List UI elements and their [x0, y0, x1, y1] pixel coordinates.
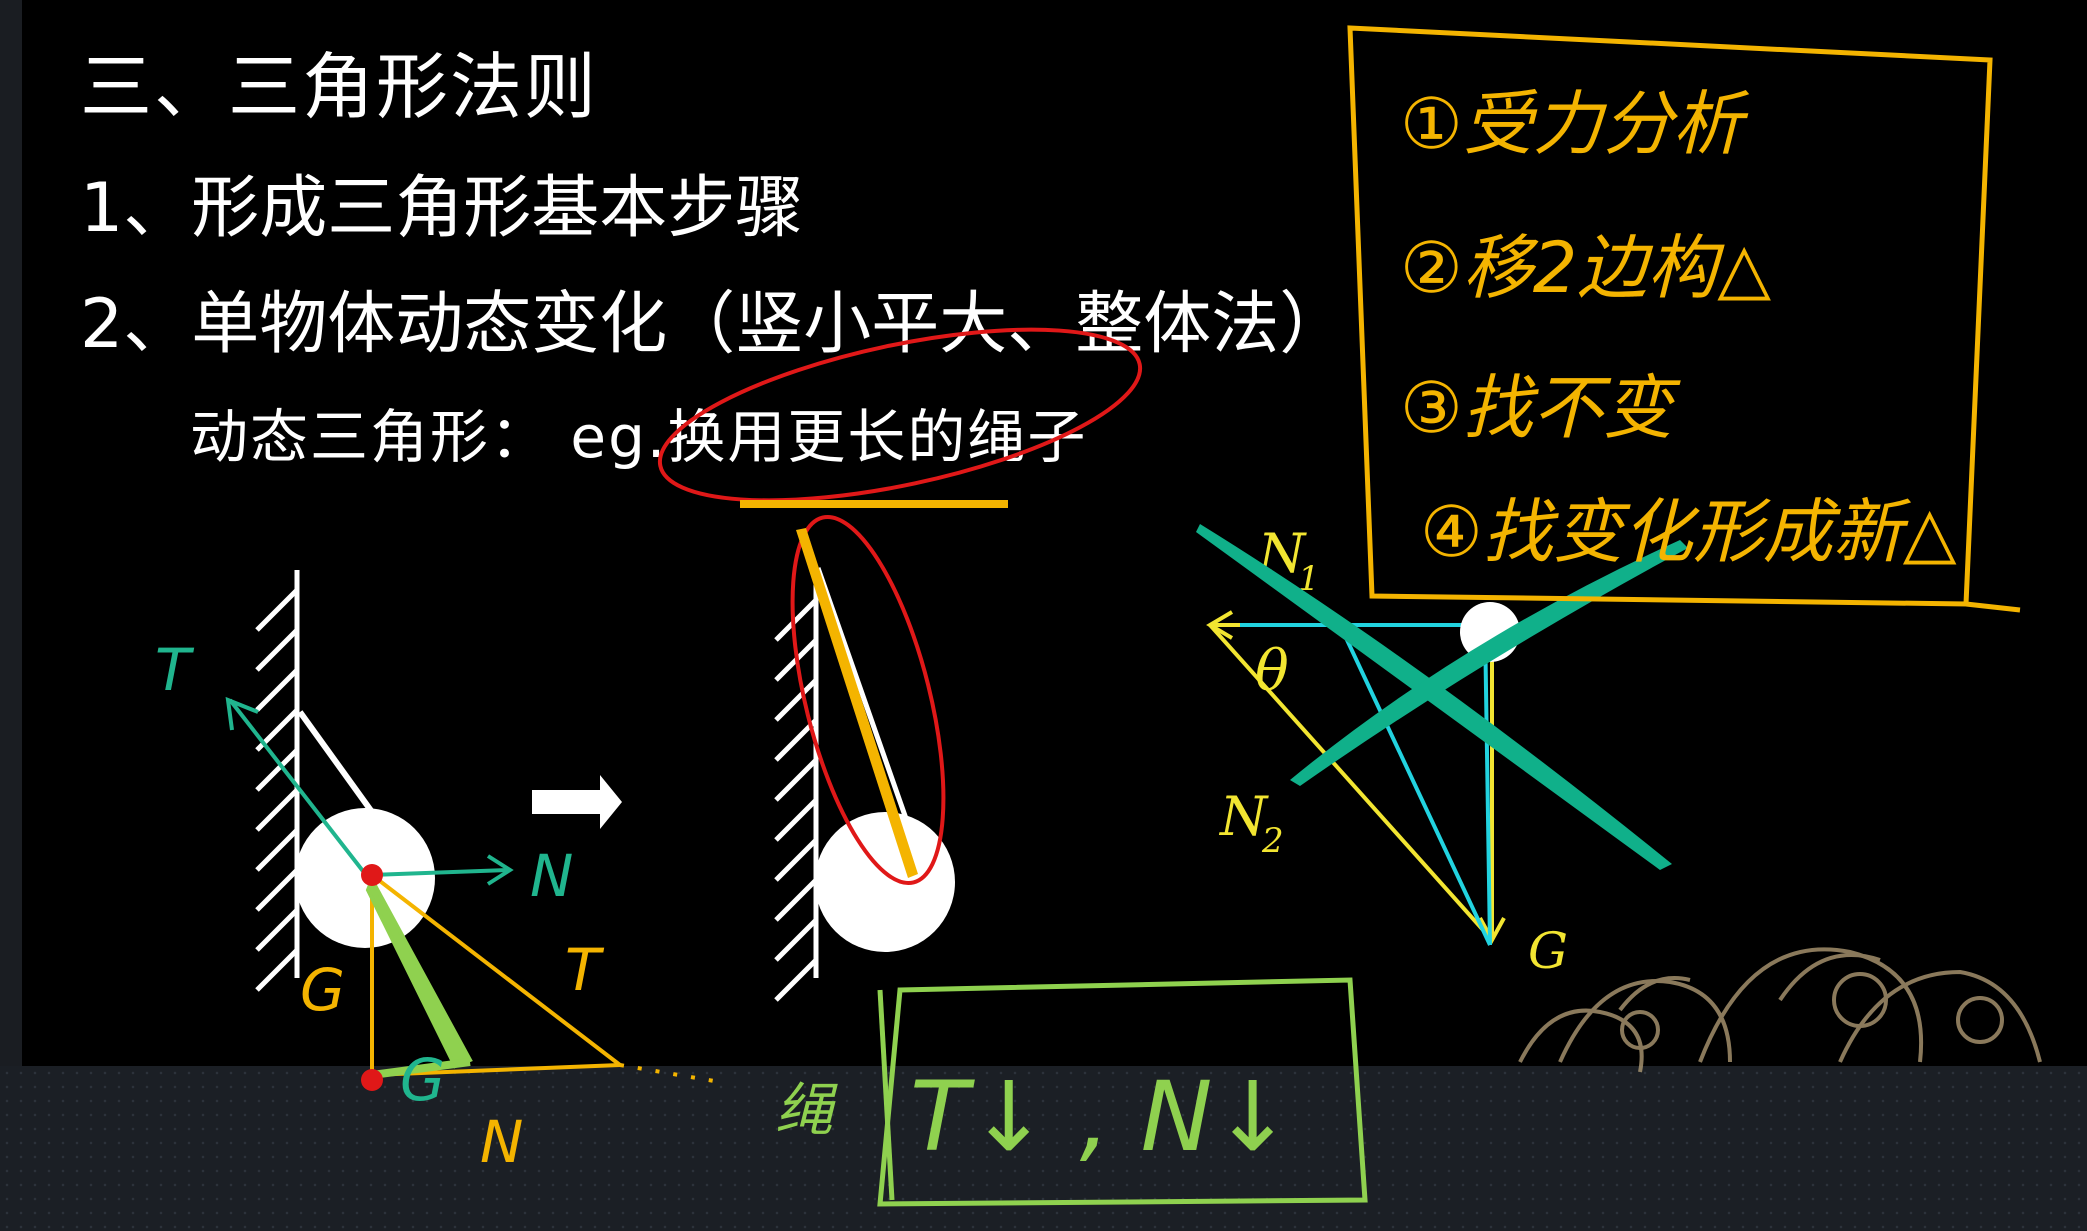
transition-arrow — [532, 775, 622, 829]
label-t-yellow: T — [565, 936, 605, 1004]
left-force-point-top — [361, 864, 383, 886]
step-2: ②移2边构△ — [1400, 227, 1771, 309]
step-4: ④找变化形成新△ — [1420, 491, 1957, 573]
label-t-green: T — [155, 636, 195, 704]
label-n2-sub: 2 — [1261, 821, 1284, 861]
result-prefix: 绳 — [775, 1076, 838, 1144]
label-g-green: G — [400, 1046, 445, 1114]
result-text: T↓ , N↓ — [910, 1061, 1293, 1173]
steps-text: ①受力分析 ②移2边构△ ③找不变 ④找变化形成新△ — [1400, 83, 1957, 573]
diagram-ink-layer: N 1 N 2 θ G ①受力分析 ②移2边构△ ③找不变 ④找变化形成新△ T… — [155, 25, 2042, 1207]
left-force-point-bottom — [361, 1069, 383, 1091]
label-g: G — [1528, 922, 1568, 980]
label-n-green: N — [530, 842, 573, 910]
wave-decoration — [1518, 947, 2042, 1073]
label-theta: θ — [1255, 639, 1289, 704]
label-n-yellow: N — [480, 1108, 523, 1176]
step-3: ③找不变 — [1400, 367, 1682, 449]
step-1: ①受力分析 — [1400, 83, 1750, 165]
middle-ball — [815, 812, 955, 952]
label-g-yellow: G — [300, 956, 345, 1024]
